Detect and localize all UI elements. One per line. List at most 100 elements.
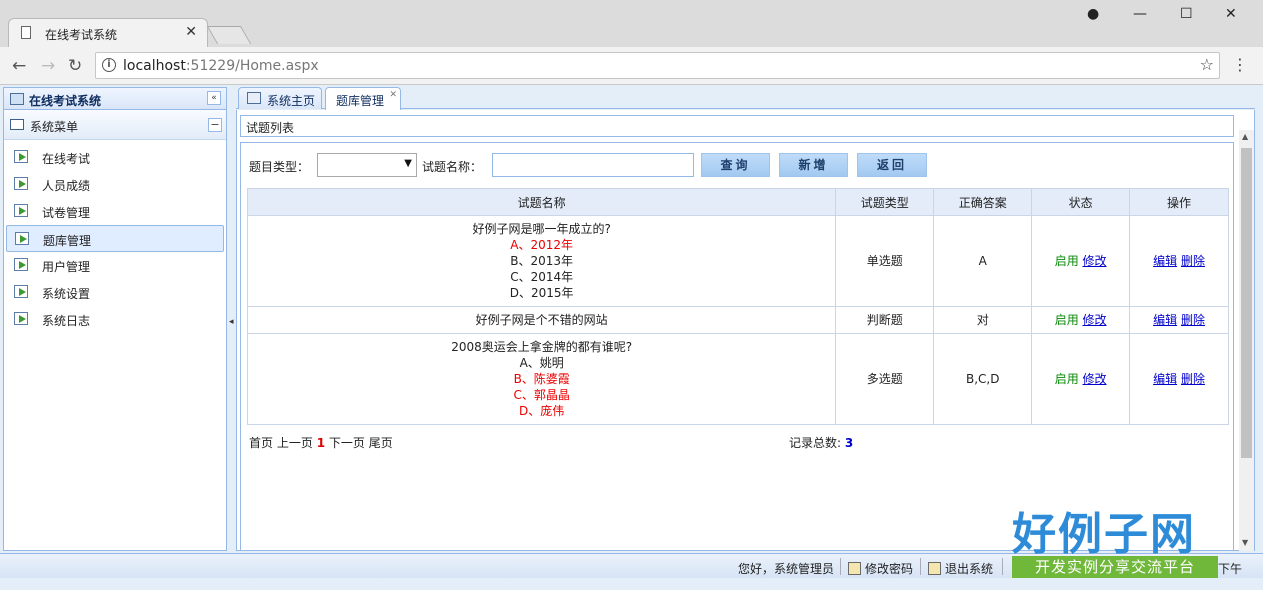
user-key-icon: [848, 562, 861, 575]
sidebar-item-settings[interactable]: 系统设置: [6, 279, 224, 306]
sidebar-item-online-exam[interactable]: 在线考试: [6, 144, 224, 171]
sidebar-item-label: 题库管理: [43, 234, 92, 248]
arrow-right-icon: [14, 150, 28, 163]
close-tab-icon[interactable]: ✕: [389, 90, 397, 100]
back-arrow-icon[interactable]: ←: [12, 56, 26, 76]
browser-menu-icon[interactable]: ⋮: [1232, 55, 1248, 74]
delete-link[interactable]: 删除: [1181, 372, 1205, 386]
option: B、2013年: [510, 254, 574, 268]
status-cell: 启用 修改: [1031, 215, 1131, 307]
close-tab-icon[interactable]: ✕: [185, 24, 197, 40]
pager-last[interactable]: 尾页: [369, 436, 393, 450]
type-cell: 单选题: [835, 215, 935, 307]
column-header[interactable]: 试题名称: [246, 188, 837, 216]
actions-cell: 编辑 删除: [1129, 333, 1229, 425]
edit-link[interactable]: 编辑: [1153, 254, 1177, 268]
browser-tab[interactable]: 在线考试系统 ✕: [8, 18, 208, 47]
splitter-arrow-icon[interactable]: ◂: [229, 317, 234, 327]
sidebar-item-logs[interactable]: 系统日志: [6, 306, 224, 333]
back-button[interactable]: 返回: [857, 153, 927, 177]
question-text: 2008奥运会上拿金牌的都有谁呢?: [451, 340, 633, 354]
page-icon: [21, 26, 31, 39]
profile-icon[interactable]: ●: [1087, 6, 1099, 22]
collapse-menu-button[interactable]: −: [208, 118, 222, 132]
info-icon[interactable]: i: [102, 58, 116, 72]
sidebar-item-label: 系统设置: [42, 287, 91, 301]
tab-home[interactable]: 系统主页: [238, 87, 322, 109]
column-header[interactable]: 操作: [1129, 188, 1229, 216]
panel-title: 试题列表: [246, 121, 295, 135]
pager-next[interactable]: 下一页: [329, 436, 365, 450]
scroll-up-icon[interactable]: ▲: [1242, 132, 1248, 141]
sidebar-item-scores[interactable]: 人员成绩: [6, 171, 224, 198]
column-header[interactable]: 试题类型: [835, 188, 935, 216]
option: D、2015年: [509, 286, 574, 300]
sidebar-item-users[interactable]: 用户管理: [6, 252, 224, 279]
collapse-sidebar-button[interactable]: «: [207, 91, 221, 105]
tab-question-bank-label: 题库管理: [336, 94, 385, 108]
bookmark-star-icon[interactable]: ☆: [1200, 55, 1214, 74]
modify-status-link[interactable]: 修改: [1083, 254, 1107, 268]
change-password-button[interactable]: 修改密码: [848, 560, 913, 577]
add-button[interactable]: 新增: [779, 153, 848, 177]
tab-question-bank[interactable]: 题库管理 ✕: [325, 87, 401, 110]
close-window-icon[interactable]: ✕: [1225, 6, 1237, 22]
reload-icon[interactable]: ↻: [68, 56, 82, 76]
arrow-right-icon: [14, 177, 28, 190]
type-cell: 多选题: [835, 333, 935, 425]
search-toolbar: 题目类型： ▼ 试题名称： 查询 新增 返回: [241, 143, 1235, 185]
arrow-right-icon: [15, 232, 29, 245]
arrow-right-icon: [14, 312, 28, 325]
sidebar-item-question-bank[interactable]: 题库管理: [6, 225, 224, 252]
option-correct: C、郭晶晶: [513, 388, 570, 402]
sidebar-item-papers[interactable]: 试卷管理: [6, 198, 224, 225]
question-name-input[interactable]: [492, 153, 694, 177]
url-input[interactable]: i localhost:51229/Home.aspx ☆: [95, 52, 1220, 79]
answer-cell: B,C,D: [933, 333, 1033, 425]
menu-header[interactable]: 系统菜单 −: [4, 110, 226, 140]
sidebar: 在线考试系统 « 系统菜单 − 在线考试 人员成绩 试卷管理 题库管理 用户管理…: [3, 87, 227, 551]
actions-cell: 编辑 删除: [1129, 306, 1229, 334]
sidebar-item-label: 系统日志: [42, 314, 91, 328]
modify-status-link[interactable]: 修改: [1083, 313, 1107, 327]
edit-link[interactable]: 编辑: [1153, 372, 1177, 386]
menu-list: 在线考试 人员成绩 试卷管理 题库管理 用户管理 系统设置 系统日志: [4, 140, 226, 333]
minimize-icon[interactable]: —: [1133, 6, 1147, 22]
edit-link[interactable]: 编辑: [1153, 313, 1177, 327]
new-tab-button[interactable]: [206, 26, 252, 44]
table-row: 好例子网是个不错的网站 判断题 对 启用 修改 编辑 删除: [246, 306, 1229, 334]
question-type-select[interactable]: ▼: [317, 153, 417, 177]
delete-link[interactable]: 删除: [1181, 254, 1205, 268]
table-row: 好例子网是哪一年成立的? A、2012年 B、2013年 C、2014年 D、2…: [246, 215, 1229, 307]
vertical-scrollbar[interactable]: ▲ ▼: [1239, 130, 1254, 551]
option: A、姚明: [519, 356, 564, 370]
divider: [840, 558, 841, 575]
scrollbar-thumb[interactable]: [1241, 148, 1252, 458]
column-header[interactable]: 正确答案: [933, 188, 1033, 216]
modify-status-link[interactable]: 修改: [1083, 372, 1107, 386]
table-row: 2008奥运会上拿金牌的都有谁呢? A、姚明 B、陈婆霞 C、郭晶晶 D、庞伟 …: [246, 333, 1229, 425]
pager-prev[interactable]: 上一页: [277, 436, 313, 450]
question-text: 好例子网是个不错的网站: [475, 313, 608, 327]
url-path: :51229/Home.aspx: [185, 58, 319, 74]
maximize-icon[interactable]: ☐: [1180, 6, 1193, 22]
url-host: localhost: [123, 58, 186, 74]
arrow-right-icon: [14, 285, 28, 298]
question-cell: 2008奥运会上拿金牌的都有谁呢? A、姚明 B、陈婆霞 C、郭晶晶 D、庞伟: [246, 333, 837, 425]
column-header[interactable]: 状态: [1031, 188, 1131, 216]
scroll-down-icon[interactable]: ▼: [1242, 538, 1248, 547]
forward-arrow-icon[interactable]: →: [41, 56, 55, 76]
sidebar-item-label: 试卷管理: [42, 206, 91, 220]
window-icon: [10, 119, 24, 130]
query-button[interactable]: 查询: [701, 153, 770, 177]
actions-cell: 编辑 删除: [1129, 215, 1229, 307]
answer-cell: A: [933, 215, 1033, 307]
delete-link[interactable]: 删除: [1181, 313, 1205, 327]
logout-button[interactable]: 退出系统: [928, 560, 993, 577]
greeting-text: 您好，系统管理员: [738, 562, 835, 576]
table-header-row: 试题名称 试题类型 正确答案 状态 操作: [246, 188, 1229, 216]
record-total: 记录总数: 3: [789, 434, 853, 451]
pager-first[interactable]: 首页: [249, 436, 273, 450]
option-correct: A、2012年: [510, 238, 574, 252]
status-badge: 启用: [1054, 372, 1079, 386]
